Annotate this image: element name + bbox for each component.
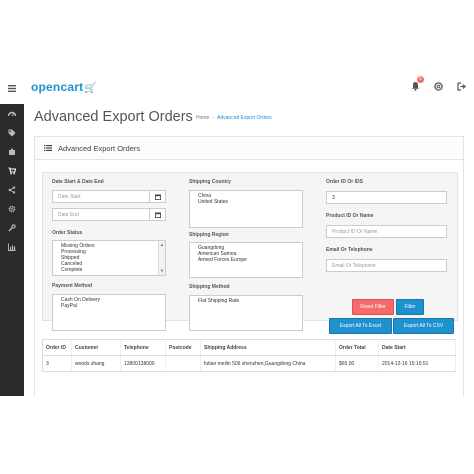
date-start-calendar-button[interactable] (149, 190, 166, 203)
product-id-label: Product ID Or Name (326, 213, 374, 219)
order-status-label: Order Status (52, 230, 83, 236)
breadcrumb: Home › Advanced Export Orders (196, 115, 272, 121)
bar-chart-icon (8, 243, 16, 251)
breadcrumb-current[interactable]: Advanced Export Orders (217, 115, 272, 121)
orders-table: Order ID Customer Telephone Postcode Shi… (42, 339, 456, 372)
sidebar-item-dashboard[interactable] (0, 104, 24, 123)
order-status-listbox[interactable]: Missing Orders Processing Shipped Cancel… (52, 240, 166, 276)
shipping-region-label: Shipping Region (189, 232, 229, 238)
page-title: Advanced Export Orders (34, 109, 193, 125)
alerts-button[interactable]: 6 (411, 76, 424, 91)
logout-icon[interactable] (457, 81, 466, 91)
reset-filter-button[interactable]: Reset Filter (352, 299, 394, 315)
export-panel: Advanced Export Orders Date Start & Date… (34, 136, 464, 396)
date-range-label: Date Start & Date End (52, 179, 104, 185)
col-date-start[interactable]: Date Start (378, 339, 456, 356)
cell-customer: woods zhang (71, 355, 121, 372)
sidebar-item-marketing[interactable] (0, 180, 24, 199)
shipping-region-option[interactable]: Armed Forces Europe (198, 257, 294, 263)
shipping-method-option[interactable]: Flat Shipping Rate (198, 298, 294, 304)
shipping-country-option[interactable]: United States (198, 199, 294, 205)
logo-text: opencart (31, 80, 84, 94)
payment-method-option[interactable]: PayPal (61, 303, 157, 309)
list-icon (44, 145, 52, 151)
order-status-scrollbar[interactable]: ▲ ▼ (158, 241, 165, 275)
email-input[interactable]: Email Or Telephone (326, 259, 447, 272)
export-excel-button[interactable]: Export All To Excel (329, 318, 392, 334)
shipping-method-listbox[interactable]: Flat Shipping Rate (189, 295, 303, 331)
table-row[interactable]: 3 woods zhang 13800138000 futian meilin … (42, 355, 456, 372)
tags-icon (8, 129, 16, 136)
calendar-icon (154, 211, 161, 218)
cell-shipping-address: futian meilin 506 shenzhen,Guangdong Chi… (200, 355, 336, 372)
breadcrumb-home[interactable]: Home (196, 115, 209, 121)
top-navbar: opencart🛒 6 (0, 72, 474, 105)
menu-toggle-button[interactable] (0, 72, 24, 104)
calendar-icon (154, 193, 161, 200)
menu-icon (8, 84, 16, 92)
order-id-input[interactable]: 3 (326, 191, 447, 204)
filter-form: Date Start & Date End Date Start Date En… (42, 172, 458, 334)
help-lifering-icon[interactable] (434, 81, 443, 91)
email-label: Email Or Telephone (326, 247, 373, 253)
dashboard-icon (8, 111, 16, 117)
sidebar-item-system[interactable] (0, 199, 24, 218)
cell-order-id: 3 (42, 355, 72, 372)
cart-icon: 🛒 (84, 83, 97, 94)
col-shipping-address[interactable]: Shipping Address (200, 339, 336, 356)
col-order-id[interactable]: Order ID (42, 339, 72, 356)
shipping-region-listbox[interactable]: Guangdong American Samoa Armed Forces Eu… (189, 242, 303, 278)
alert-count-badge: 6 (417, 76, 424, 83)
product-id-input[interactable]: Product ID Or Name (326, 225, 447, 238)
date-end-calendar-button[interactable] (149, 208, 166, 221)
opencart-logo[interactable]: opencart🛒 (31, 80, 97, 94)
date-end-input[interactable]: Date End (52, 208, 150, 221)
panel-heading: Advanced Export Orders (35, 137, 463, 160)
cell-telephone: 13800138000 (120, 355, 166, 372)
share-icon (8, 185, 16, 194)
sidebar-item-tools[interactable] (0, 218, 24, 237)
col-customer[interactable]: Customer (71, 339, 121, 356)
col-order-total[interactable]: Order Total (335, 339, 379, 356)
shipping-method-label: Shipping Method (189, 284, 230, 290)
shipping-country-label: Shipping Country (189, 179, 231, 185)
sidebar-item-sales[interactable] (0, 161, 24, 180)
filter-button[interactable]: Filter (396, 299, 424, 315)
table-header-row: Order ID Customer Telephone Postcode Shi… (42, 339, 456, 356)
cell-date-start: 2014-12-16 15:16:51 (378, 355, 456, 372)
sidebar-item-reports[interactable] (0, 237, 24, 256)
app-window: opencart🛒 6 Advanced Export Orders Home ›… (0, 72, 474, 396)
date-start-input[interactable]: Date Start (52, 190, 150, 203)
cell-postcode (165, 355, 201, 372)
shipping-country-listbox[interactable]: China United States (189, 190, 303, 228)
col-telephone[interactable]: Telephone (120, 339, 166, 356)
cart-icon (8, 166, 16, 174)
export-csv-button[interactable]: Export All To CSV (393, 318, 454, 334)
sidebar-item-extensions[interactable] (0, 142, 24, 161)
puzzle-icon (9, 148, 15, 155)
sidebar-item-catalog[interactable] (0, 123, 24, 142)
order-id-label: Order ID Or IDS (326, 179, 363, 185)
sidebar (0, 104, 24, 396)
gear-icon (8, 205, 16, 212)
panel-title: Advanced Export Orders (58, 143, 141, 153)
main-content: Advanced Export Orders Home › Advanced Exp… (24, 104, 474, 396)
wrench-icon (8, 223, 16, 231)
payment-method-label: Payment Method (52, 283, 93, 289)
col-postcode[interactable]: Postcode (165, 339, 201, 356)
payment-method-listbox[interactable]: Cash On Delivery PayPal (52, 294, 166, 331)
cell-order-total: $65.00 (335, 355, 379, 372)
order-status-option[interactable]: Complete (61, 267, 157, 273)
